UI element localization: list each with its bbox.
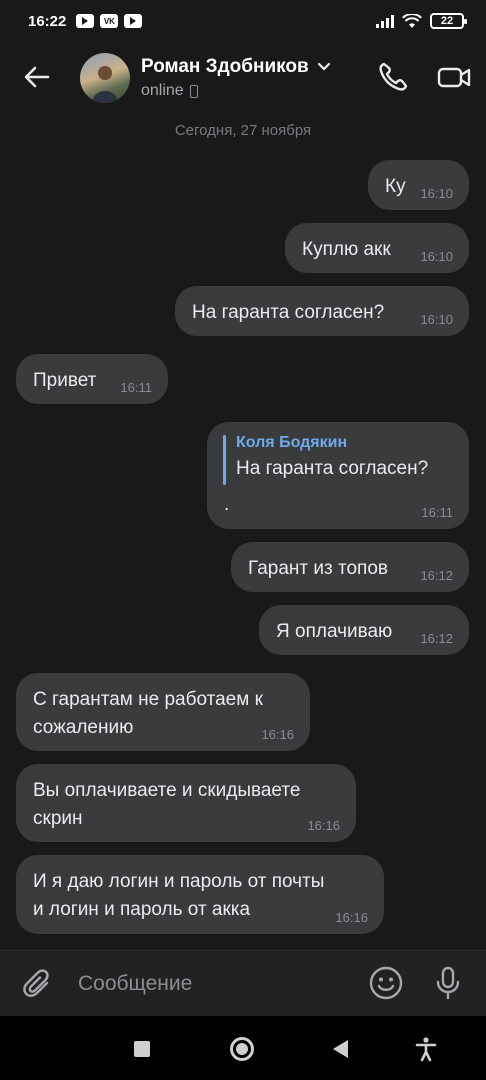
message-text-line: сожалению [33, 717, 134, 738]
youtube-icon [124, 14, 143, 28]
battery-icon: 22 [430, 13, 467, 29]
message-text: Ку [385, 176, 406, 197]
status-time: 16:22 [28, 12, 67, 30]
outgoing-message[interactable]: Ку 16:10 [368, 160, 469, 210]
message-time: 16:10 [420, 312, 453, 327]
accessibility-icon[interactable] [414, 1036, 438, 1062]
outgoing-message[interactable]: Гарант из топов 16:12 [231, 542, 469, 592]
chat-header: Роман Здобников online [0, 42, 486, 112]
message-time: 16:10 [420, 249, 453, 264]
message-time: 16:11 [120, 380, 152, 395]
outgoing-reply-message[interactable]: Коля Бодякин На гаранта согласен? . 16:1… [207, 422, 469, 529]
incoming-message[interactable]: Вы оплачиваете и скидываете скрин 16:16 [16, 764, 356, 842]
message-input[interactable] [78, 963, 348, 1005]
notification-icons: VK [76, 14, 143, 28]
message-text: . [224, 494, 230, 515]
message-time: 16:16 [307, 818, 340, 833]
phone-icon[interactable] [376, 60, 410, 94]
mobile-icon [189, 84, 198, 98]
message-text: Куплю акк [302, 239, 391, 260]
reply-quote: На гаранта согласен? [236, 458, 429, 479]
wifi-icon [402, 13, 422, 28]
message-text-line: С гарантам не работаем к [33, 689, 263, 710]
date-separator: Сегодня, 27 ноября [174, 122, 312, 139]
outgoing-message[interactable]: Я оплачиваю 16:12 [259, 605, 469, 655]
message-composer [0, 950, 486, 1016]
outgoing-message[interactable]: Куплю акк 16:10 [285, 223, 469, 273]
microphone-icon[interactable] [430, 965, 466, 1001]
message-text: Я оплачиваю [276, 621, 393, 642]
incoming-message[interactable]: И я даю логин и пароль от почты и логин … [16, 855, 384, 934]
youtube-icon [76, 14, 95, 28]
status-bar: 16:22 VK 22 [0, 0, 486, 42]
message-time: 16:12 [420, 631, 453, 646]
chevron-down-icon [318, 62, 331, 71]
message-time: 16:10 [420, 186, 453, 201]
message-time: 16:16 [261, 727, 294, 742]
reply-author[interactable]: Коля Бодякин [236, 434, 347, 452]
recents-button[interactable] [134, 1041, 150, 1057]
message-time: 16:12 [420, 568, 453, 583]
emoji-icon[interactable] [368, 965, 404, 1001]
paperclip-icon[interactable] [20, 966, 56, 1002]
system-navigation-bar [0, 1016, 486, 1080]
contact-title[interactable]: Роман Здобников online [141, 56, 331, 100]
incoming-message[interactable]: Привет 16:11 [16, 354, 168, 404]
message-text-line: И я даю логин и пароль от почты [33, 871, 325, 892]
message-time: 16:16 [335, 910, 368, 925]
outgoing-message[interactable]: На гаранта согласен? 16:10 [175, 286, 469, 336]
reply-indicator [223, 435, 226, 485]
signal-icon [376, 15, 394, 28]
back-arrow-icon[interactable] [20, 60, 54, 94]
message-text-line: и логин и пароль от акка [33, 899, 251, 920]
message-text: Гарант из топов [248, 558, 389, 579]
message-text-line: Вы оплачиваете и скидываете [33, 780, 301, 801]
incoming-message[interactable]: С гарантам не работаем к сожалению 16:16 [16, 673, 310, 751]
message-text: На гаранта согласен? [192, 302, 385, 323]
system-back-button[interactable] [333, 1040, 348, 1058]
contact-name: Роман Здобников [141, 56, 309, 77]
message-text: Привет [33, 370, 97, 391]
online-status: online [141, 82, 184, 99]
home-button[interactable] [230, 1037, 254, 1061]
message-text-line: скрин [33, 808, 83, 829]
avatar[interactable] [80, 53, 130, 103]
message-time: 16:11 [421, 505, 453, 520]
vk-icon: VK [100, 14, 119, 28]
video-call-icon[interactable] [436, 60, 472, 94]
